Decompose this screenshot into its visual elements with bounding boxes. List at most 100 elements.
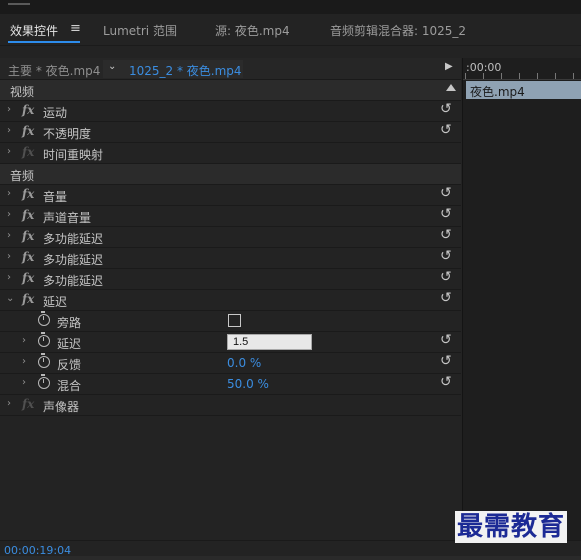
effect-row-channel-volume[interactable]: › fx 声道音量 ↺ xyxy=(0,206,461,227)
fx-icon[interactable]: fx xyxy=(22,292,34,306)
ruler-tick xyxy=(537,73,538,79)
reset-icon[interactable]: ↺ xyxy=(440,101,452,117)
param-row-delay: › 延迟 1.5 ↺ xyxy=(0,332,461,353)
tab-source[interactable]: 源: 夜色.mp4 xyxy=(215,22,290,39)
chevron-right-icon[interactable]: › xyxy=(7,398,11,409)
effect-row-multitap-delay-1[interactable]: › fx 多功能延迟 ↺ xyxy=(0,227,461,248)
effect-row-delay[interactable]: ⌄ fx 延迟 ↺ xyxy=(0,290,461,311)
chevron-right-icon[interactable]: › xyxy=(7,188,11,199)
fx-icon: fx xyxy=(22,145,35,159)
param-row-mix: › 混合 50.0 % ↺ xyxy=(0,374,461,395)
reset-icon[interactable]: ↺ xyxy=(440,269,452,285)
effect-label: 运动 xyxy=(43,106,68,120)
reset-icon[interactable]: ↺ xyxy=(440,332,452,348)
chevron-right-icon[interactable]: › xyxy=(7,251,11,262)
stopwatch-icon[interactable] xyxy=(38,332,50,347)
fx-icon: fx xyxy=(22,397,35,411)
play-arrow-icon[interactable]: ▶ xyxy=(445,61,453,72)
timeline-clip[interactable]: 夜色.mp4 xyxy=(466,81,581,99)
effect-label: 不透明度 xyxy=(43,127,92,141)
panel-tab-bar: 效果控件 ≡ Lumetri 范围 源: 夜色.mp4 音频剪辑混合器: 102… xyxy=(0,14,581,46)
fx-icon[interactable]: fx xyxy=(22,271,34,285)
mini-timeline-panel: :00:00 夜色.mp4 xyxy=(462,58,581,540)
panel-grip-icon xyxy=(8,0,30,5)
tab-audio-clip-mixer[interactable]: 音频剪辑混合器: 1025_2 xyxy=(330,22,466,39)
chevron-down-icon[interactable]: ⌄ xyxy=(6,293,14,304)
param-label: 混合 xyxy=(57,379,82,393)
stopwatch-icon[interactable] xyxy=(38,374,50,389)
fx-icon[interactable]: fx xyxy=(22,208,34,222)
fx-icon[interactable]: fx xyxy=(22,124,34,138)
reset-icon[interactable]: ↺ xyxy=(440,227,452,243)
effect-row-volume[interactable]: › fx 音量 ↺ xyxy=(0,185,461,206)
section-video: 视频 xyxy=(0,80,461,101)
sequence-clip-selector[interactable]: ⌄ 1025_2 * 夜色.mp4 xyxy=(103,60,243,78)
chevron-right-icon[interactable]: › xyxy=(7,125,11,136)
section-label: 视频 xyxy=(10,85,35,99)
reset-icon[interactable]: ↺ xyxy=(440,374,452,390)
stopwatch-icon[interactable] xyxy=(38,353,50,368)
chevron-right-icon[interactable]: › xyxy=(7,230,11,241)
chevron-right-icon[interactable]: › xyxy=(7,104,11,115)
chevron-right-icon[interactable]: › xyxy=(22,335,26,346)
chevron-right-icon[interactable]: › xyxy=(7,146,11,157)
chevron-right-icon[interactable]: › xyxy=(22,356,26,367)
fx-icon[interactable]: fx xyxy=(22,103,34,117)
bottom-edge xyxy=(0,556,581,560)
bypass-checkbox[interactable] xyxy=(228,314,241,327)
effect-controls-panel: 主要 * 夜色.mp4 ⌄ 1025_2 * 夜色.mp4 ▶ 视频 › fx … xyxy=(0,58,461,540)
hamburger-menu-icon[interactable]: ≡ xyxy=(70,21,81,36)
fx-icon[interactable]: fx xyxy=(22,250,34,264)
master-clip-label[interactable]: 主要 * 夜色.mp4 xyxy=(8,62,100,79)
time-ruler[interactable]: :00:00 xyxy=(463,58,581,80)
section-label: 音频 xyxy=(10,169,35,183)
effect-label: 时间重映射 xyxy=(43,148,104,162)
feedback-value[interactable]: 0.0 % xyxy=(227,356,261,370)
effect-row-motion[interactable]: › fx 运动 ↺ xyxy=(0,101,461,122)
effect-row-opacity[interactable]: › fx 不透明度 ↺ xyxy=(0,122,461,143)
fx-icon[interactable]: fx xyxy=(22,229,34,243)
watermark-logo: 最需教育 xyxy=(455,511,568,543)
reset-icon[interactable]: ↺ xyxy=(440,122,452,138)
top-strip xyxy=(0,0,581,14)
effect-row-time-remap[interactable]: › fx 时间重映射 xyxy=(0,143,461,164)
timeline-clip-label: 夜色.mp4 xyxy=(470,85,525,99)
effect-row-multitap-delay-3[interactable]: › fx 多功能延迟 ↺ xyxy=(0,269,461,290)
fx-icon[interactable]: fx xyxy=(22,187,34,201)
clip-selector-bar: 主要 * 夜色.mp4 ⌄ 1025_2 * 夜色.mp4 ▶ xyxy=(0,58,461,80)
stopwatch-icon[interactable] xyxy=(38,311,50,326)
ruler-tick xyxy=(573,73,574,79)
chevron-right-icon[interactable]: › xyxy=(22,377,26,388)
reset-icon[interactable]: ↺ xyxy=(440,206,452,222)
active-tab-underline xyxy=(8,41,80,43)
ruler-tick xyxy=(555,73,556,79)
param-row-bypass: 旁路 xyxy=(0,311,461,332)
tab-lumetri-scopes[interactable]: Lumetri 范围 xyxy=(103,22,177,39)
tab-effect-controls[interactable]: 效果控件 xyxy=(10,22,58,39)
reset-icon[interactable]: ↺ xyxy=(440,185,452,201)
effect-label: 声像器 xyxy=(43,400,80,414)
reset-icon[interactable]: ↺ xyxy=(440,353,452,369)
effect-label: 多功能延迟 xyxy=(43,232,104,246)
sequence-clip-label[interactable]: 1025_2 * 夜色.mp4 xyxy=(129,62,242,79)
param-row-feedback: › 反馈 0.0 % ↺ xyxy=(0,353,461,374)
scroll-up-icon[interactable] xyxy=(446,84,456,91)
reset-icon[interactable]: ↺ xyxy=(440,248,452,264)
effect-label: 多功能延迟 xyxy=(43,253,104,267)
param-label: 延迟 xyxy=(57,337,82,351)
param-label: 旁路 xyxy=(57,316,82,330)
ruler-tick xyxy=(465,73,466,79)
chevron-right-icon[interactable]: › xyxy=(7,209,11,220)
delay-value-input[interactable]: 1.5 xyxy=(227,334,312,350)
effect-row-multitap-delay-2[interactable]: › fx 多功能延迟 ↺ xyxy=(0,248,461,269)
chevron-down-icon[interactable]: ⌄ xyxy=(108,61,116,72)
effect-row-panner[interactable]: › fx 声像器 xyxy=(0,395,461,416)
ruler-tick xyxy=(501,73,502,79)
effect-label: 多功能延迟 xyxy=(43,274,104,288)
ruler-tick xyxy=(483,73,484,79)
reset-icon[interactable]: ↺ xyxy=(440,290,452,306)
effect-label: 延迟 xyxy=(43,295,68,309)
effect-label: 音量 xyxy=(43,190,68,204)
mix-value[interactable]: 50.0 % xyxy=(227,377,269,391)
chevron-right-icon[interactable]: › xyxy=(7,272,11,283)
